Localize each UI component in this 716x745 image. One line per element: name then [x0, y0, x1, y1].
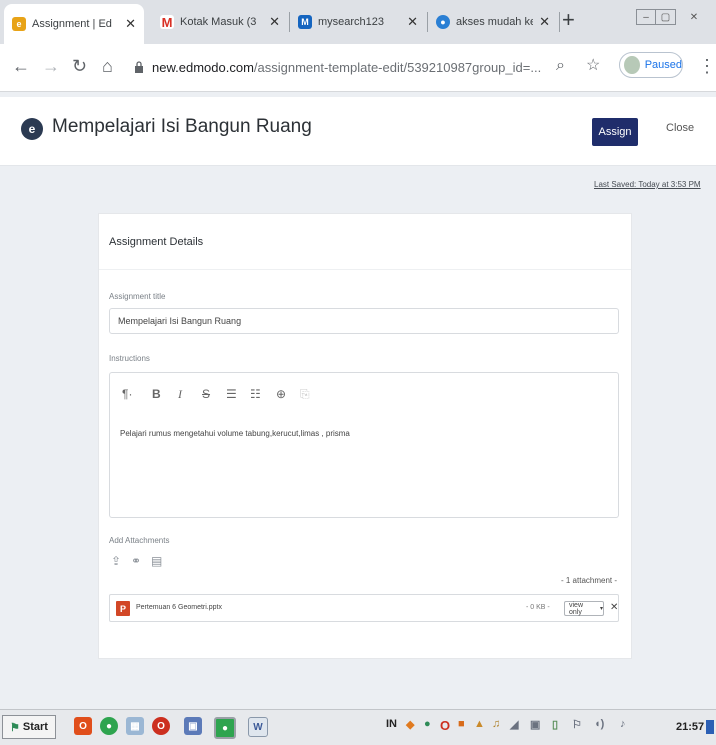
- tab-title: Kotak Masuk (3: [180, 16, 257, 28]
- back-icon[interactable]: ←: [12, 55, 30, 77]
- attachment-size: - 0 KB -: [526, 604, 550, 611]
- permission-value: view only: [569, 601, 584, 616]
- zoom-icon[interactable]: ⌕: [556, 55, 565, 77]
- window-controls: – ▢ ✕: [636, 6, 704, 28]
- profile-status: Paused: [644, 59, 682, 71]
- start-label: Start: [22, 721, 48, 733]
- lock-icon: [135, 61, 143, 73]
- maximize-icon[interactable]: ▢: [656, 9, 676, 25]
- attachment-name[interactable]: Pertemuan 6 Geometri.pptx: [136, 604, 222, 611]
- gmail-favicon-icon: M: [160, 14, 174, 30]
- menu-icon[interactable]: ⋮: [698, 55, 716, 77]
- assignment-title-input[interactable]: Mempelajari Isi Bangun Ruang: [109, 308, 619, 334]
- instructions-label: Instructions: [109, 354, 150, 363]
- assignment-details-card: Assignment Details Assignment title Memp…: [98, 213, 632, 659]
- tray-bell-icon[interactable]: ♪: [620, 718, 626, 730]
- edmodo-favicon-icon: e: [12, 17, 26, 31]
- show-desktop-icon[interactable]: [706, 720, 714, 734]
- tray-flag-icon[interactable]: ⚐: [572, 718, 582, 731]
- link-attach-icon[interactable]: ⚭: [131, 554, 141, 568]
- tab-gmail[interactable]: M Kotak Masuk (3 ✕: [152, 6, 288, 38]
- bookmark-star-icon[interactable]: ☆: [586, 55, 600, 77]
- library-icon[interactable]: ▤: [151, 554, 162, 568]
- close-window-icon[interactable]: ✕: [684, 9, 704, 25]
- upload-file-icon[interactable]: ⇪: [111, 554, 121, 568]
- attachments-label: Add Attachments: [109, 536, 170, 545]
- home-icon[interactable]: ⌂: [102, 55, 113, 77]
- tab-mysearch[interactable]: M mysearch123 ✕: [290, 6, 426, 38]
- new-tab-button[interactable]: +: [562, 8, 575, 32]
- tab-assignment[interactable]: e Assignment | Ed ✕: [4, 4, 144, 44]
- tray-network-icon[interactable]: ◢: [510, 718, 518, 731]
- browser-toolbar: ← → ↻ ⌂ new.edmodo.com /assignment-templ…: [0, 44, 716, 92]
- tab-title: mysearch123: [318, 16, 385, 28]
- bold-icon[interactable]: B: [152, 387, 161, 401]
- tray-display-icon[interactable]: ▣: [530, 718, 540, 731]
- office-app-icon[interactable]: O: [74, 717, 92, 735]
- tray-device-icon[interactable]: ▯: [552, 718, 558, 731]
- globe-favicon-icon: ●: [436, 15, 450, 29]
- browser-tab-strip: e Assignment | Ed ✕ M Kotak Masuk (3 ✕ M…: [0, 0, 716, 44]
- minimize-icon[interactable]: –: [636, 9, 656, 25]
- tray-sound-icon[interactable]: ♫: [492, 718, 500, 730]
- edmodo-logo-icon: e: [21, 118, 43, 140]
- paragraph-format-icon[interactable]: ¶·: [122, 387, 132, 401]
- url-host: new.edmodo.com: [152, 59, 254, 75]
- close-tab-icon[interactable]: ✕: [125, 16, 136, 32]
- unlink-icon[interactable]: ⎘: [300, 387, 310, 402]
- tray-volume-icon[interactable]: ◖): [594, 718, 604, 730]
- reload-icon[interactable]: ↻: [72, 55, 87, 77]
- opera-app-icon[interactable]: O: [152, 717, 170, 735]
- address-bar[interactable]: new.edmodo.com /assignment-template-edit…: [134, 53, 604, 81]
- tab-title: Assignment | Ed: [32, 18, 112, 30]
- permission-select[interactable]: view only ▾: [564, 601, 604, 616]
- url-path: /assignment-template-edit/539210987group…: [253, 59, 542, 75]
- italic-icon[interactable]: I: [178, 387, 182, 402]
- explorer-app-icon[interactable]: ▣: [184, 717, 202, 735]
- bullet-list-icon[interactable]: ☰: [226, 387, 237, 401]
- assign-button[interactable]: Assign: [592, 118, 638, 146]
- page-title: Mempelajari Isi Bangun Ruang: [52, 116, 312, 137]
- title-label: Assignment title: [109, 292, 166, 301]
- numbered-list-icon[interactable]: ☷: [250, 387, 261, 401]
- powerpoint-icon: P: [116, 601, 130, 616]
- strikethrough-icon[interactable]: S: [202, 387, 210, 401]
- chrome-app-icon[interactable]: ●: [100, 717, 118, 735]
- profile-button[interactable]: Paused: [619, 52, 683, 78]
- instructions-text: Pelajari rumus mengetahui volume tabung,…: [120, 429, 350, 438]
- chevron-down-icon: ▾: [599, 606, 603, 612]
- folder-app-icon[interactable]: ▦: [126, 717, 144, 735]
- tab-title: akses mudah ke: [456, 16, 534, 28]
- mysearch-favicon-icon: M: [298, 15, 312, 29]
- tray-shield-icon[interactable]: ▲: [474, 718, 485, 730]
- attachment-item: P Pertemuan 6 Geometri.pptx - 0 KB - vie…: [109, 594, 619, 622]
- chrome-active-app-icon[interactable]: ●: [214, 717, 236, 739]
- tab-separator: [559, 12, 560, 32]
- tray-opera-icon[interactable]: O: [440, 718, 450, 733]
- windows-logo-icon: ⚑: [10, 721, 20, 734]
- app-header: e Mempelajari Isi Bangun Ruang Assign Cl…: [0, 97, 716, 166]
- os-taskbar: ⚑ Start O ● ▦ O ▣ ● W IN ◆ ● O ■ ▲ ♫ ◢ ▣…: [0, 709, 716, 745]
- close-tab-icon[interactable]: ✕: [269, 14, 280, 30]
- attachment-count: - 1 attachment -: [561, 576, 618, 585]
- tab-akses[interactable]: ● akses mudah ke ✕: [428, 6, 558, 38]
- keyboard-indicator-icon: IN: [386, 718, 397, 730]
- card-header: Assignment Details: [99, 214, 631, 270]
- last-saved-link[interactable]: Last Saved: Today at 3:53 PM: [594, 180, 701, 189]
- word-app-icon[interactable]: W: [248, 717, 268, 737]
- instructions-editor[interactable]: ¶· B I S ☰ ☷ ⊕ ⎘ Pelajari rumus mengetah…: [109, 372, 619, 518]
- remove-attachment-icon[interactable]: ✕: [610, 602, 618, 613]
- start-button[interactable]: ⚑ Start: [2, 715, 56, 739]
- avatar: [624, 56, 640, 74]
- link-icon[interactable]: ⊕: [276, 387, 286, 401]
- section-title: Assignment Details: [109, 236, 204, 248]
- forward-icon[interactable]: →: [42, 55, 60, 77]
- close-tab-icon[interactable]: ✕: [539, 14, 550, 30]
- system-clock: 21:57: [676, 721, 705, 733]
- close-button[interactable]: Close: [666, 122, 694, 134]
- close-tab-icon[interactable]: ✕: [407, 14, 418, 30]
- tray-chrome-icon[interactable]: ●: [424, 718, 431, 730]
- tray-office-icon[interactable]: ■: [458, 718, 465, 730]
- tray-app-icon[interactable]: ◆: [406, 718, 414, 731]
